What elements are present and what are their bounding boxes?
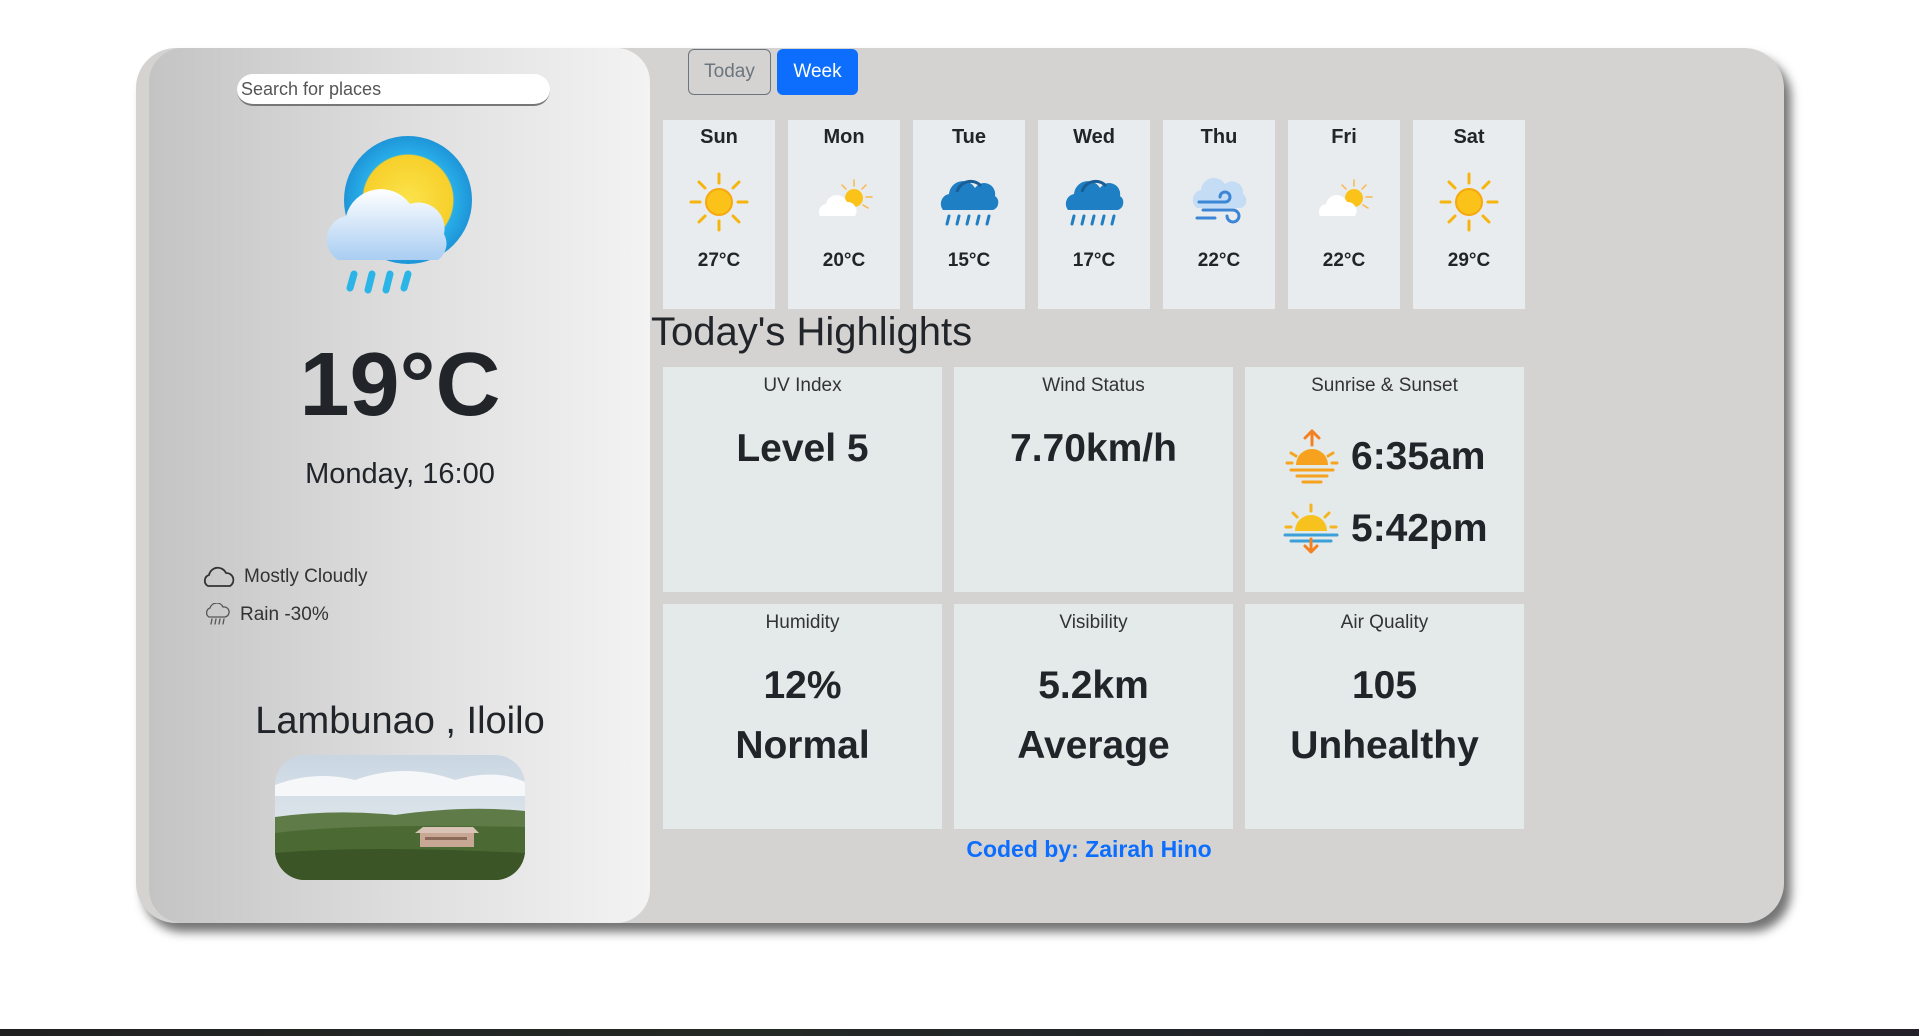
humidity-label: Humidity bbox=[765, 612, 840, 633]
location-photo bbox=[275, 755, 525, 880]
forecast-day-card: Mon 20°C bbox=[788, 120, 900, 309]
uv-index-card: UV Index Level 5 bbox=[663, 367, 942, 592]
sunrise-sunset-label: Sunrise & Sunset bbox=[1311, 375, 1458, 396]
rain-row: Rain -30% bbox=[202, 601, 329, 629]
location-name: Lambunao , Iloilo bbox=[255, 700, 545, 742]
visibility-status: Average bbox=[1017, 724, 1170, 767]
forecast-day-card: Thu 22°C bbox=[1163, 120, 1275, 309]
forecast-day-card: Sat 29°C bbox=[1413, 120, 1525, 309]
wind-status-value: 7.70km/h bbox=[1010, 427, 1177, 470]
forecast-day-name: Mon bbox=[823, 126, 865, 148]
forecast-day-temp: 29°C bbox=[1447, 250, 1491, 271]
forecast-day-name: Sat bbox=[1453, 126, 1485, 148]
forecast-day-card: Fri 22°C bbox=[1288, 120, 1400, 309]
forecast-day-name: Wed bbox=[1073, 126, 1115, 148]
forecast-day-card: Wed 17°C bbox=[1038, 120, 1150, 309]
forecast-day-card: Sun 27°C bbox=[663, 120, 775, 309]
sunrise-sunset-card: Sunrise & Sunset 6:35am 5:42pm bbox=[1245, 367, 1524, 592]
sunset-row: 5:42pm bbox=[1283, 503, 1488, 555]
sunrise-icon bbox=[1285, 429, 1339, 484]
humidity-card: Humidity 12% Normal bbox=[663, 604, 942, 829]
air-quality-label: Air Quality bbox=[1340, 612, 1429, 633]
sunrise-time: 6:35am bbox=[1351, 435, 1486, 478]
humidity-value: 12% bbox=[763, 664, 842, 707]
cloud-rain-icon bbox=[205, 603, 230, 625]
condition-text: Mostly Cloudly bbox=[244, 566, 368, 587]
uv-index-value: Level 5 bbox=[736, 427, 869, 470]
rain-cloud-icon bbox=[1064, 179, 1125, 226]
forecast-day-name: Thu bbox=[1200, 126, 1238, 148]
forecast-day-temp: 22°C bbox=[1197, 250, 1241, 271]
taskbar-edge bbox=[0, 1029, 1919, 1036]
air-quality-value: 105 bbox=[1351, 664, 1418, 707]
condition-row: Mostly Cloudly bbox=[202, 563, 368, 591]
visibility-label: Visibility bbox=[1059, 612, 1128, 633]
forecast-day-name: Sun bbox=[700, 126, 738, 148]
partly-cloudy-icon bbox=[1318, 179, 1373, 217]
wind-status-card: Wind Status 7.70km/h bbox=[954, 367, 1233, 592]
forecast-day-temp: 27°C bbox=[697, 250, 741, 271]
rain-cloud-icon bbox=[939, 179, 1000, 226]
forecast-day-temp: 17°C bbox=[1072, 250, 1116, 271]
current-datetime: Monday, 16:00 bbox=[305, 458, 495, 490]
forecast-day-temp: 20°C bbox=[822, 250, 866, 271]
cloud-rain-sun-icon bbox=[326, 136, 472, 294]
forecast-day-temp: 22°C bbox=[1322, 250, 1366, 271]
sun-icon bbox=[1439, 172, 1499, 232]
partly-cloudy-icon bbox=[818, 179, 873, 217]
rain-text: Rain -30% bbox=[240, 604, 329, 625]
sunset-icon bbox=[1283, 503, 1339, 554]
wind-cloud-icon bbox=[1191, 176, 1248, 224]
forecast-day-name: Fri bbox=[1331, 126, 1357, 148]
forecast-day-temp: 15°C bbox=[947, 250, 991, 271]
tab-week[interactable]: Week bbox=[777, 49, 858, 95]
tab-today[interactable]: Today bbox=[688, 49, 771, 95]
air-quality-card: Air Quality 105 Unhealthy bbox=[1245, 604, 1524, 829]
forecast-day-name: Tue bbox=[951, 126, 987, 148]
visibility-value: 5.2km bbox=[1038, 664, 1149, 707]
current-temperature: 19°C bbox=[299, 335, 501, 435]
sunset-time: 5:42pm bbox=[1351, 507, 1488, 550]
sunrise-row: 6:35am bbox=[1285, 429, 1485, 485]
highlights-title: Today's Highlights bbox=[651, 310, 973, 354]
air-quality-status: Unhealthy bbox=[1290, 724, 1479, 767]
cloud-icon bbox=[203, 566, 235, 587]
wind-status-label: Wind Status bbox=[1042, 375, 1145, 396]
forecast-day-card: Tue 15°C bbox=[913, 120, 1025, 309]
search-input[interactable] bbox=[237, 74, 550, 106]
uv-index-label: UV Index bbox=[763, 375, 842, 396]
visibility-card: Visibility 5.2km Average bbox=[954, 604, 1233, 829]
humidity-status: Normal bbox=[735, 724, 870, 767]
sun-icon bbox=[689, 172, 749, 232]
credit-link[interactable]: Coded by: Zairah Hino bbox=[900, 836, 1278, 863]
